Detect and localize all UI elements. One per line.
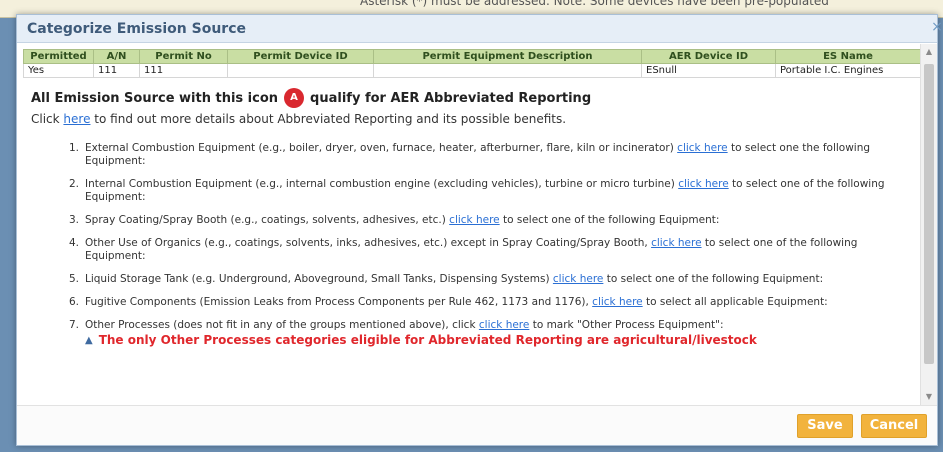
cell-permitted: Yes <box>23 63 94 78</box>
category-number: 4. <box>69 237 80 249</box>
category-instruction: to select all applicable Equipment: <box>645 296 828 308</box>
abbreviated-eligibility-warning: ▲ The only Other Processes categories el… <box>85 334 919 347</box>
abbreviated-intro: Click here to find out more details abou… <box>31 112 922 126</box>
abbreviated-details-link[interactable]: here <box>63 112 90 126</box>
category-description: Internal Combustion Equipment (e.g., int… <box>85 178 675 190</box>
category-item-other-organics: 4. Other Use of Organics (e.g., coatings… <box>69 237 919 263</box>
abbreviated-heading-before: All Emission Source with this icon <box>31 90 279 106</box>
category-description: Fugitive Components (Emission Leaks from… <box>85 296 589 308</box>
category-number: 1. <box>69 142 80 154</box>
scroll-up-arrow-icon[interactable]: ▲ <box>921 44 937 60</box>
category-link-liquid-storage-tank[interactable]: click here <box>553 273 603 285</box>
intro-text-before: Click <box>31 112 60 126</box>
column-header-permit-device-id: Permit Device ID <box>227 49 374 64</box>
cell-permit-no: 111 <box>139 63 228 78</box>
category-description: External Combustion Equipment (e.g., boi… <box>85 142 674 154</box>
emission-source-table: Permitted A/N Permit No Permit Device ID… <box>23 49 921 78</box>
abbreviated-reporting-badge-icon: A <box>284 88 305 108</box>
category-item-spray-coating: 3. Spray Coating/Spray Booth (e.g., coat… <box>69 214 919 227</box>
category-number: 2. <box>69 178 80 190</box>
category-item-liquid-storage-tank: 5. Liquid Storage Tank (e.g. Underground… <box>69 273 919 286</box>
save-button[interactable]: Save <box>797 414 853 438</box>
column-header-permit-equipment-description: Permit Equipment Description <box>373 49 642 64</box>
cell-permit-equipment-description <box>373 63 642 78</box>
category-link-other-processes[interactable]: click here <box>479 319 529 331</box>
table-row[interactable]: Yes 111 111 ESnull Portable I.C. Engines <box>23 63 921 78</box>
dialog-footer: Save Cancel <box>17 405 937 445</box>
cell-aer-device-id: ESnull <box>641 63 776 78</box>
category-instruction: to select one of the following Equipment… <box>502 214 720 226</box>
warning-text: The only Other Processes categories elig… <box>98 333 757 347</box>
category-item-internal-combustion: 2. Internal Combustion Equipment (e.g., … <box>69 178 919 204</box>
category-number: 6. <box>69 296 80 308</box>
column-header-aer-device-id: AER Device ID <box>641 49 776 64</box>
category-description: Other Use of Organics (e.g., coatings, s… <box>85 237 648 249</box>
dialog-content: Permitted A/N Permit No Permit Device ID… <box>17 44 922 405</box>
category-link-fugitive-components[interactable]: click here <box>592 296 642 308</box>
scrollbar-thumb[interactable] <box>924 64 934 364</box>
category-instruction: to mark "Other Process Equipment": <box>532 319 724 331</box>
category-number: 5. <box>69 273 80 285</box>
category-item-external-combustion: 1. External Combustion Equipment (e.g., … <box>69 142 919 168</box>
dialog-title: Categorize Emission Source <box>27 20 247 37</box>
cell-permit-device-id <box>227 63 374 78</box>
category-number: 3. <box>69 214 80 226</box>
category-description: Liquid Storage Tank (e.g. Underground, A… <box>85 273 550 285</box>
abbreviated-reporting-heading: All Emission Source with this icon A qua… <box>31 88 922 108</box>
category-instruction: to select one of the following Equipment… <box>606 273 824 285</box>
column-header-es-name: ES Name <box>775 49 921 64</box>
category-description: Other Processes (does not fit in any of … <box>85 319 476 331</box>
column-header-permit-no: Permit No <box>139 49 228 64</box>
category-list: 1. External Combustion Equipment (e.g., … <box>69 142 919 347</box>
categorize-dialog: Categorize Emission Source × Permitted A… <box>16 14 943 446</box>
scroll-down-arrow-icon[interactable]: ▼ <box>921 389 937 405</box>
dialog-titlebar: Categorize Emission Source × <box>17 15 943 43</box>
category-link-other-organics[interactable]: click here <box>651 237 701 249</box>
column-header-permitted: Permitted <box>23 49 94 64</box>
close-icon[interactable]: × <box>929 19 943 35</box>
table-header-row: Permitted A/N Permit No Permit Device ID… <box>23 49 921 64</box>
column-header-an: A/N <box>93 49 140 64</box>
cancel-button[interactable]: Cancel <box>861 414 927 438</box>
intro-text-after: to find out more details about Abbreviat… <box>94 112 567 126</box>
category-number: 7. <box>69 319 80 331</box>
vertical-scrollbar[interactable]: ▲ ▼ <box>920 44 937 405</box>
category-item-fugitive-components: 6. Fugitive Components (Emission Leaks f… <box>69 296 919 309</box>
category-link-external-combustion[interactable]: click here <box>677 142 727 154</box>
category-item-other-processes: 7. Other Processes (does not fit in any … <box>69 319 919 347</box>
category-description: Spray Coating/Spray Booth (e.g., coating… <box>85 214 446 226</box>
abbreviated-heading-after: qualify for AER Abbreviated Reporting <box>310 90 592 106</box>
category-link-spray-coating[interactable]: click here <box>449 214 499 226</box>
category-link-internal-combustion[interactable]: click here <box>678 178 728 190</box>
warning-triangle-icon: ▲ <box>85 335 93 346</box>
cell-es-name: Portable I.C. Engines <box>775 63 921 78</box>
cell-an: 111 <box>93 63 140 78</box>
background-page-text: Asterisk (*) must be addressed. Note: So… <box>360 0 829 8</box>
